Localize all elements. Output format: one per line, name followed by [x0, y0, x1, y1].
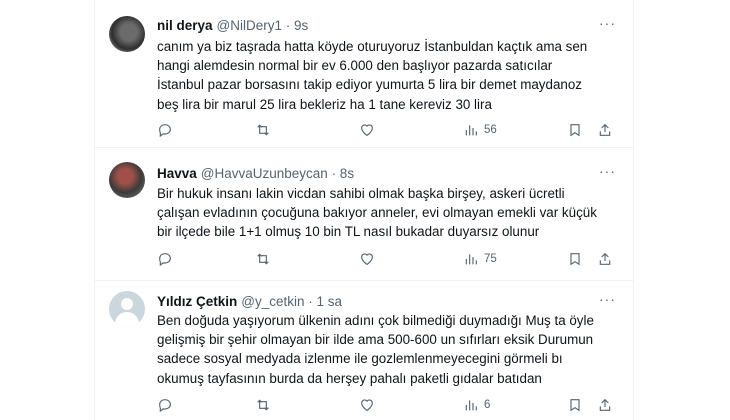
like-icon	[361, 124, 373, 137]
retweet-button[interactable]	[255, 395, 271, 415]
like-button[interactable]	[359, 249, 375, 269]
display-name[interactable]: nil derya	[157, 18, 213, 33]
retweet-icon	[257, 253, 269, 265]
default-avatar-body	[115, 312, 139, 327]
share-button[interactable]	[597, 395, 613, 415]
more-icon[interactable]: ···	[599, 292, 617, 312]
share-icon	[599, 398, 611, 411]
tweet-header: nil derya @NilDery1 · 9s	[157, 16, 308, 34]
tweet-text: canım ya biz taşrada hatta köyde oturuyo…	[157, 39, 588, 112]
tweet-actions: 56	[157, 120, 617, 140]
bookmark-icon	[570, 399, 580, 412]
reply-button[interactable]	[157, 249, 173, 269]
reply-button[interactable]	[157, 120, 173, 140]
views-button[interactable]: 56	[463, 120, 497, 140]
like-button[interactable]	[359, 395, 375, 415]
default-avatar-head	[121, 298, 133, 310]
retweet-button[interactable]	[255, 249, 271, 269]
tweet[interactable]: Havva @HavvaUzunbeycan · 8s ··· Bir huku…	[95, 148, 633, 281]
display-name[interactable]: Yıldız Çetkin	[157, 294, 237, 309]
handle-and-time[interactable]: @y_cetkin · 1 sa	[241, 294, 342, 309]
views-count: 56	[484, 124, 497, 136]
bookmark-icon	[570, 124, 580, 137]
tweet-header: Yıldız Çetkin @y_cetkin · 1 sa	[157, 292, 342, 310]
reply-button[interactable]	[157, 395, 173, 415]
views-count: 6	[484, 399, 491, 411]
display-name[interactable]: Havva	[157, 166, 197, 181]
like-button[interactable]	[359, 120, 375, 140]
bookmark-button[interactable]	[567, 249, 583, 269]
retweet-icon	[257, 399, 269, 411]
bookmark-icon	[570, 253, 580, 266]
views-icon	[465, 254, 477, 265]
bookmark-button[interactable]	[567, 120, 583, 140]
reply-icon	[159, 253, 171, 267]
tweet-text: Bir hukuk insanı lakin vicdan sahibi olm…	[157, 186, 597, 240]
reply-thread: nil derya @NilDery1 · 9s ··· canım ya bi…	[94, 0, 634, 420]
avatar[interactable]	[109, 291, 145, 327]
avatar[interactable]	[109, 162, 145, 198]
like-icon	[361, 253, 373, 266]
views-count: 75	[484, 253, 497, 265]
tweet-header: Havva @HavvaUzunbeycan · 8s	[157, 164, 354, 182]
views-button[interactable]: 6	[463, 395, 490, 415]
tweet[interactable]: nil derya @NilDery1 · 9s ··· canım ya bi…	[95, 0, 633, 148]
avatar[interactable]	[109, 16, 145, 52]
tweet-actions: 6	[157, 395, 617, 415]
share-button[interactable]	[597, 249, 613, 269]
handle-and-time[interactable]: @HavvaUzunbeycan · 8s	[201, 166, 354, 181]
retweet-button[interactable]	[255, 120, 271, 140]
tweet-text: Ben doğuda yaşıyorum ülkenin adını çok b…	[157, 313, 594, 386]
share-button[interactable]	[597, 120, 613, 140]
tweet[interactable]: Yıldız Çetkin @y_cetkin · 1 sa ··· Ben d…	[95, 281, 633, 420]
reply-icon	[159, 399, 171, 413]
tweet-actions: 75	[157, 249, 617, 269]
views-button[interactable]: 75	[463, 249, 497, 269]
retweet-icon	[257, 124, 269, 136]
more-icon[interactable]: ···	[599, 164, 617, 184]
bookmark-button[interactable]	[567, 395, 583, 415]
handle-and-time[interactable]: @NilDery1 · 9s	[217, 18, 309, 33]
reply-icon	[159, 124, 171, 138]
share-icon	[599, 123, 611, 136]
views-icon	[465, 125, 477, 136]
share-icon	[599, 252, 611, 265]
views-icon	[465, 400, 477, 411]
like-icon	[361, 399, 373, 412]
more-icon[interactable]: ···	[599, 16, 617, 36]
